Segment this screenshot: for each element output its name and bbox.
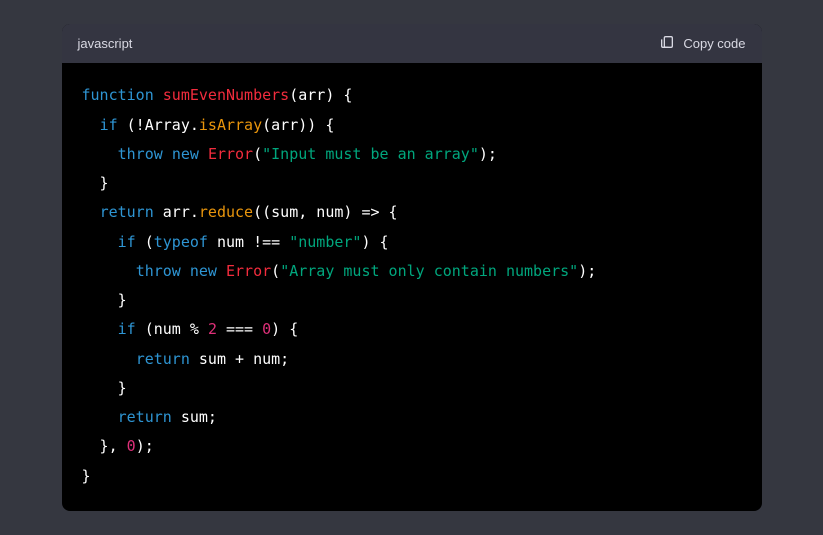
copy-code-button[interactable]: Copy code (659, 34, 745, 53)
copy-code-label: Copy code (683, 36, 745, 51)
language-label: javascript (78, 36, 133, 51)
code-content: function sumEvenNumbers(arr) { if (!Arra… (82, 86, 597, 484)
clipboard-icon (659, 34, 675, 53)
code-body[interactable]: function sumEvenNumbers(arr) { if (!Arra… (62, 63, 762, 511)
code-block: javascript Copy code function sumEvenNum… (62, 24, 762, 511)
code-header: javascript Copy code (62, 24, 762, 63)
